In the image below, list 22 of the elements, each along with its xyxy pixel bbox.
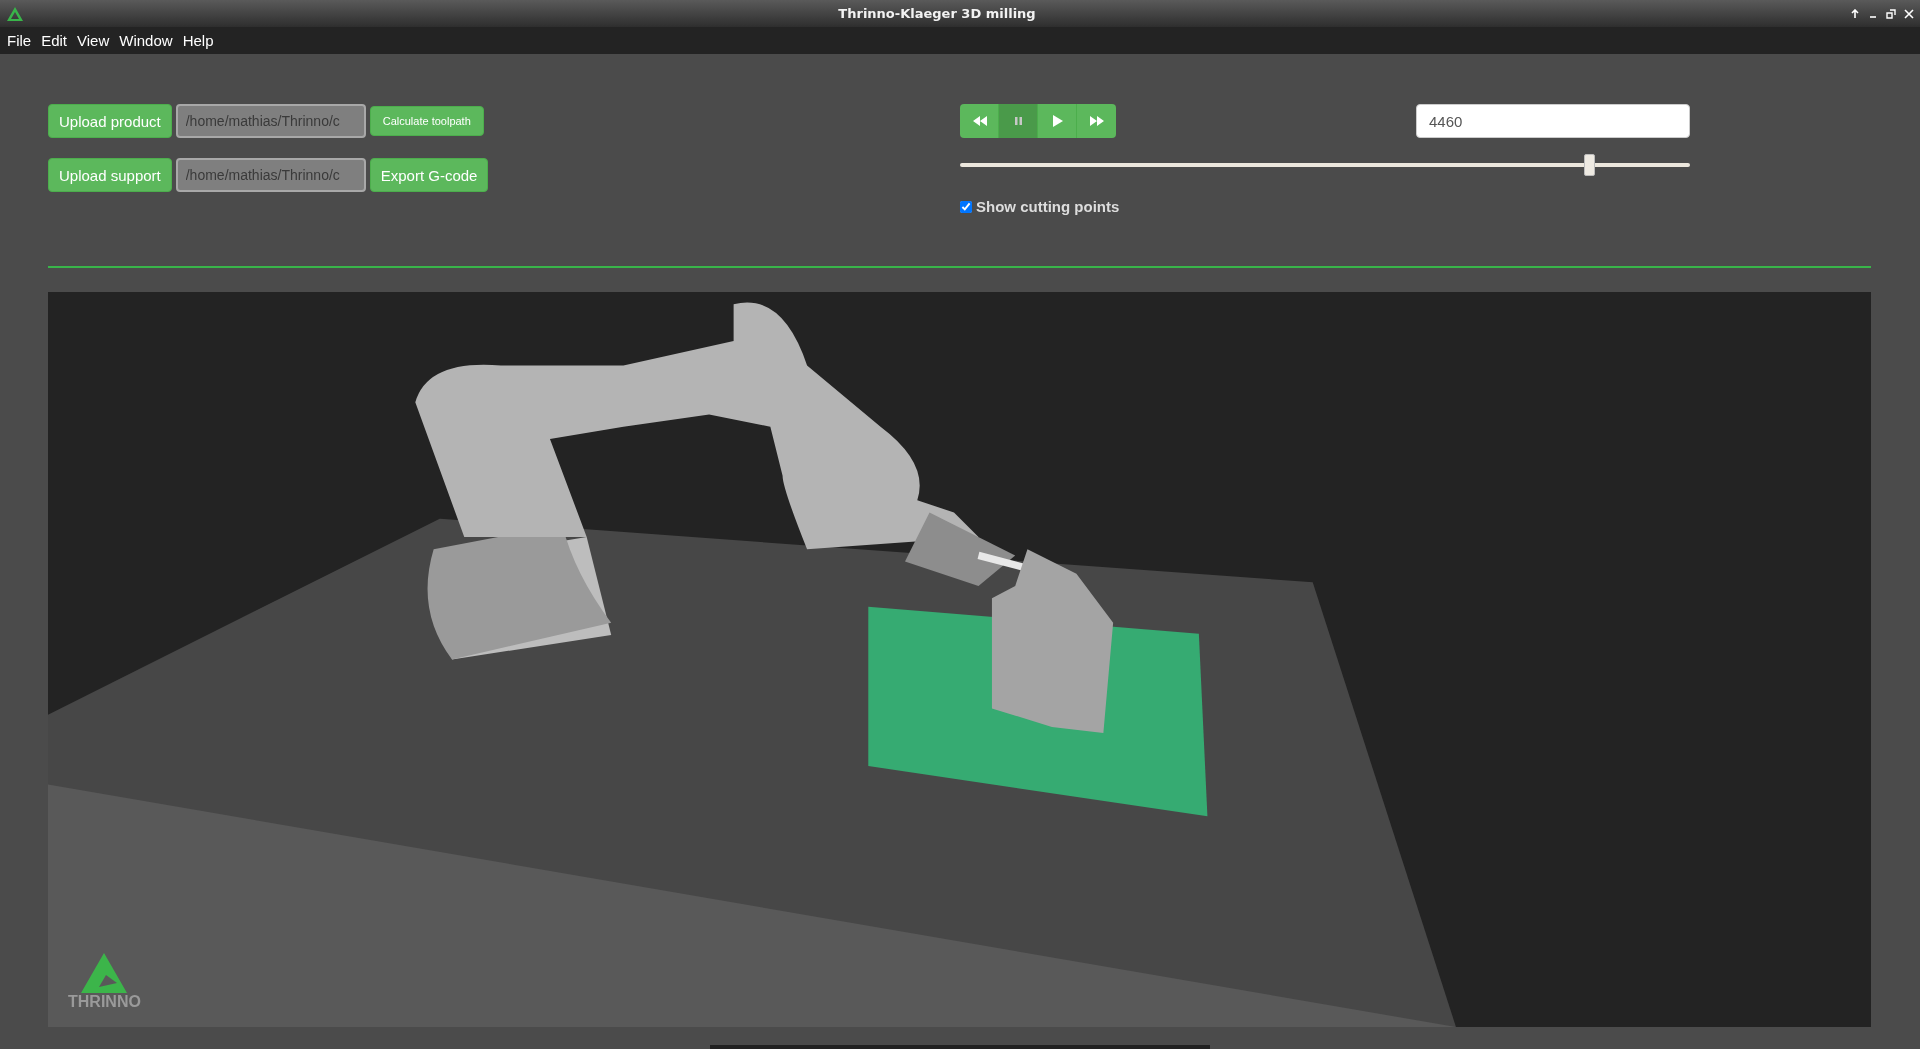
forward-icon bbox=[1088, 114, 1105, 128]
menu-item[interactable]: Window bbox=[114, 32, 178, 49]
up-arrow-icon[interactable] bbox=[1850, 8, 1860, 19]
scrollbar[interactable] bbox=[710, 1045, 1210, 1049]
logo-triangle-icon bbox=[81, 953, 128, 993]
app-logo-icon bbox=[6, 5, 24, 22]
restore-icon[interactable] bbox=[1886, 8, 1896, 19]
timeline-slider[interactable] bbox=[960, 154, 1690, 176]
close-icon[interactable] bbox=[1904, 8, 1914, 19]
rewind-button[interactable] bbox=[960, 104, 999, 138]
slider-thumb[interactable] bbox=[1584, 154, 1596, 176]
frame-number-field[interactable]: 4460 bbox=[1416, 104, 1690, 138]
window-title: Thrinno-Klaeger 3D milling bbox=[838, 6, 1036, 21]
rewind-icon bbox=[971, 114, 987, 128]
checkbox[interactable] bbox=[960, 200, 972, 213]
menu-item[interactable]: View bbox=[72, 32, 115, 49]
checkbox-label: Show cutting points bbox=[976, 198, 1120, 215]
menu-item[interactable]: File bbox=[2, 32, 37, 49]
menu-item[interactable]: Edit bbox=[36, 32, 73, 49]
logo-text: THRINNO bbox=[68, 993, 141, 1011]
menu-item[interactable]: Help bbox=[177, 32, 219, 49]
play-button[interactable] bbox=[1038, 104, 1077, 138]
